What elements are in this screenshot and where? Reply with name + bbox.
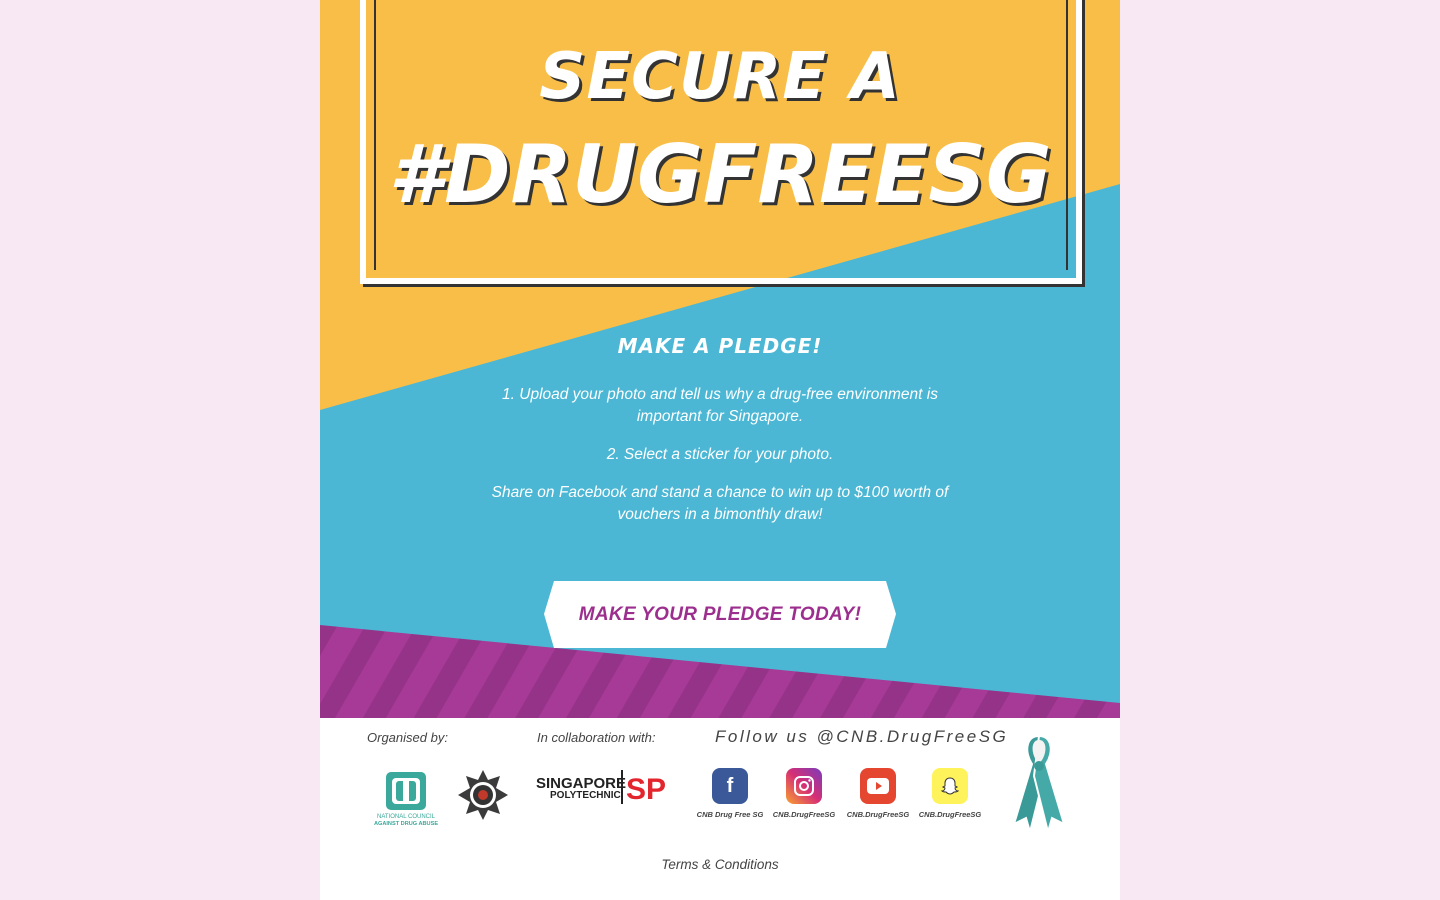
pledge-share-text: Share on Facebook and stand a chance to … bbox=[491, 484, 949, 523]
pledge-step-1: 1. Upload your photo and tell us why a d… bbox=[502, 386, 938, 425]
organised-by-label: Organised by: bbox=[367, 730, 448, 745]
social-youtube[interactable]: CNB.DrugFreeSG bbox=[843, 768, 913, 819]
singapore-polytechnic-logo[interactable]: SINGAPORE POLYTECHNIC SP bbox=[536, 766, 672, 808]
pledge-step-2: 2. Select a sticker for your photo. bbox=[606, 446, 834, 463]
follow-us-label: Follow us @CNB.DrugFreeSG bbox=[715, 727, 1009, 746]
make-pledge-button[interactable]: MAKE YOUR PLEDGE TODAY! bbox=[544, 581, 896, 648]
footer: Organised by: In collaboration with: Fol… bbox=[320, 718, 1120, 900]
hero-banner: SECURE A #DRUGFREESG MAKE A PLEDGE! 1. U… bbox=[320, 0, 1120, 718]
youtube-icon[interactable] bbox=[860, 768, 896, 804]
collaboration-label: In collaboration with: bbox=[537, 730, 656, 745]
title-hashtag: #DRUGFREESG bbox=[388, 128, 1052, 221]
page-container: SECURE A #DRUGFREESG MAKE A PLEDGE! 1. U… bbox=[320, 0, 1120, 900]
awareness-ribbon-icon bbox=[1012, 734, 1066, 836]
snapchat-icon[interactable] bbox=[932, 768, 968, 804]
facebook-icon[interactable]: f bbox=[712, 768, 748, 804]
social-snapchat[interactable]: CNB.DrugFreeSG bbox=[915, 768, 985, 819]
social-instagram[interactable]: CNB.DrugFreeSG bbox=[769, 768, 839, 819]
ncada-text-1: NATIONAL COUNCIL bbox=[377, 814, 436, 820]
terms-conditions-link[interactable]: Terms & Conditions bbox=[320, 857, 1120, 872]
sp-text-2: POLYTECHNIC bbox=[550, 790, 621, 801]
title-secure-a: SECURE A bbox=[539, 40, 901, 114]
social-facebook[interactable]: f CNB Drug Free SG bbox=[695, 768, 765, 819]
social-caption: CNB.DrugFreeSG bbox=[772, 810, 836, 819]
make-pledge-button-label: MAKE YOUR PLEDGE TODAY! bbox=[578, 603, 862, 625]
ncada-logo[interactable]: NATIONAL COUNCIL AGAINST DRUG ABUSE bbox=[370, 772, 442, 828]
social-caption: CNB.DrugFreeSG bbox=[918, 810, 982, 819]
social-caption: CNB.DrugFreeSG bbox=[846, 810, 910, 819]
cnb-crest-logo[interactable] bbox=[456, 768, 510, 822]
social-caption: CNB Drug Free SG bbox=[696, 810, 764, 819]
ncada-text-2: AGAINST DRUG ABUSE bbox=[374, 821, 438, 827]
pledge-heading: MAKE A PLEDGE! bbox=[617, 334, 823, 358]
instagram-icon[interactable] bbox=[786, 768, 822, 804]
sp-mark: SP bbox=[626, 773, 666, 806]
